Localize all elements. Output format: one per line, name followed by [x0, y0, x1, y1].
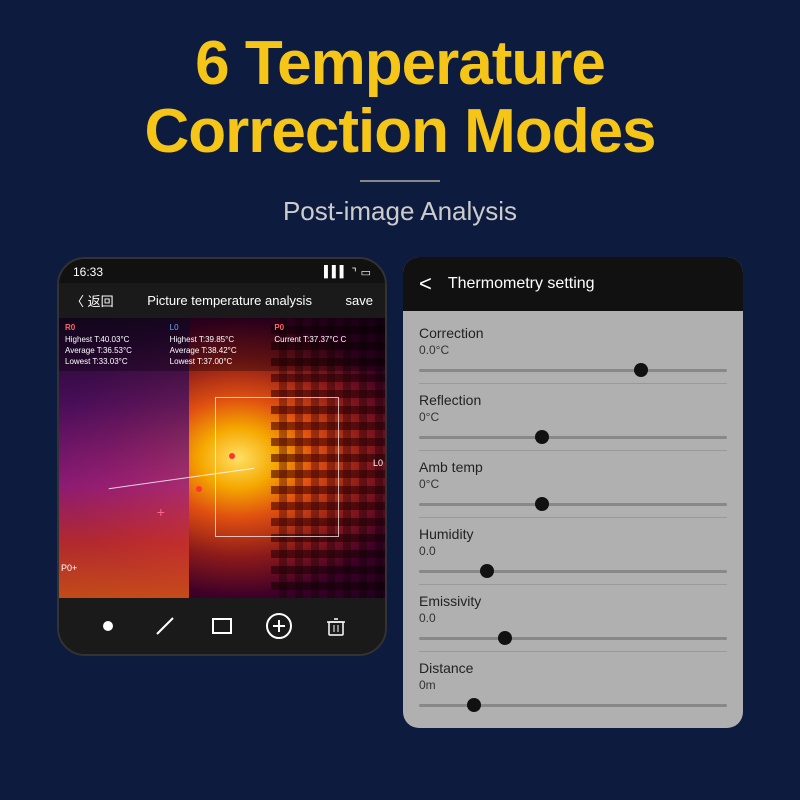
slider-thumb-reflection[interactable]: [535, 430, 549, 444]
slider-track-distance: [419, 704, 727, 707]
setting-label-correction: Correction: [419, 325, 727, 341]
slider-thumb-emissivity[interactable]: [498, 631, 512, 645]
slider-distance[interactable]: [419, 696, 727, 714]
slider-track-humidity: [419, 570, 727, 573]
setting-value-correction: 0.0°C: [419, 343, 727, 357]
r0-highest: Highest T:40.03°C: [65, 334, 170, 345]
setting-item-correction: Correction 0.0°C: [419, 325, 727, 384]
nav-title: Picture temperature analysis: [122, 293, 338, 308]
header-section: 6 Temperature Correction Modes Post-imag…: [124, 0, 675, 257]
slider-amb_temp[interactable]: [419, 495, 727, 513]
slider-thumb-distance[interactable]: [467, 698, 481, 712]
phones-container: 16:33 ▌▌▌ ⌝ ▭ 〈 返回 Picture temperature a…: [0, 257, 800, 728]
settings-list: Correction 0.0°C Reflection 0°C Amb temp 0°C H…: [403, 311, 743, 728]
slider-humidity[interactable]: [419, 562, 727, 580]
panel-right: < Thermometry setting Correction 0.0°C Ref…: [403, 257, 743, 728]
divider: [360, 180, 440, 182]
line-tool-button[interactable]: [147, 608, 183, 644]
setting-label-emissivity: Emissivity: [419, 593, 727, 609]
delete-tool-button[interactable]: [318, 608, 354, 644]
l0-label: L0: [373, 458, 383, 468]
nav-bar: 〈 返回 Picture temperature analysis save: [59, 283, 385, 318]
l0-average: Average T:38.42°C: [170, 345, 275, 356]
r0-tag: R0: [65, 323, 75, 332]
wifi-icon: ⌝: [351, 266, 356, 279]
setting-divider: [419, 651, 727, 652]
setting-label-reflection: Reflection: [419, 392, 727, 408]
slider-track-reflection: [419, 436, 727, 439]
crosshair-plus: +: [157, 504, 165, 520]
subtitle: Post-image Analysis: [144, 196, 655, 227]
panel-header: < Thermometry setting: [403, 257, 743, 311]
phone-left: 16:33 ▌▌▌ ⌝ ▭ 〈 返回 Picture temperature a…: [57, 257, 387, 656]
slider-track-correction: [419, 369, 727, 372]
setting-label-amb_temp: Amb temp: [419, 459, 727, 475]
p0-tag: P0: [274, 323, 284, 332]
thermal-dot-1: [229, 453, 235, 459]
setting-divider: [419, 584, 727, 585]
setting-item-humidity: Humidity 0.0: [419, 526, 727, 585]
dot-tool-button[interactable]: [90, 608, 126, 644]
panel-title: Thermometry setting: [448, 275, 595, 293]
setting-divider: [419, 517, 727, 518]
slider-emissivity[interactable]: [419, 629, 727, 647]
rect-tool-button[interactable]: [204, 608, 240, 644]
p0-label: P0+: [61, 563, 77, 573]
r0-average: Average T:36.53°C: [65, 345, 170, 356]
r0-info: R0 Highest T:40.03°C Average T:36.53°C L…: [65, 322, 170, 367]
l0-tag: L0: [170, 323, 179, 332]
setting-divider: [419, 450, 727, 451]
status-bar: 16:33 ▌▌▌ ⌝ ▭: [59, 259, 385, 283]
title-line1: 6 Temperature: [195, 29, 605, 98]
slider-thumb-correction[interactable]: [634, 363, 648, 377]
slider-reflection[interactable]: [419, 428, 727, 446]
battery-icon: ▭: [361, 266, 371, 279]
setting-divider: [419, 383, 727, 384]
roi-box: [215, 397, 339, 537]
panel-back-button[interactable]: <: [419, 271, 432, 297]
slider-correction[interactable]: [419, 361, 727, 379]
main-title: 6 Temperature Correction Modes: [144, 30, 655, 166]
setting-value-amb_temp: 0°C: [419, 477, 727, 491]
setting-value-emissivity: 0.0: [419, 611, 727, 625]
slider-track-emissivity: [419, 637, 727, 640]
l0-lowest: Lowest T:37.00°C: [170, 356, 275, 367]
setting-value-distance: 0m: [419, 678, 727, 692]
thermal-image: R0 Highest T:40.03°C Average T:36.53°C L…: [59, 318, 385, 598]
thermal-info-bar: R0 Highest T:40.03°C Average T:36.53°C L…: [59, 318, 385, 371]
status-icons: ▌▌▌ ⌝ ▭: [324, 266, 371, 279]
l0-highest: Highest T:39.85°C: [170, 334, 275, 345]
add-tool-button[interactable]: [261, 608, 297, 644]
setting-item-emissivity: Emissivity 0.0: [419, 593, 727, 652]
setting-label-humidity: Humidity: [419, 526, 727, 542]
setting-value-reflection: 0°C: [419, 410, 727, 424]
slider-track-amb_temp: [419, 503, 727, 506]
nav-back-button[interactable]: 〈 返回: [71, 291, 114, 310]
l0-info: L0 Highest T:39.85°C Average T:38.42°C L…: [170, 322, 275, 367]
slider-thumb-amb_temp[interactable]: [535, 497, 549, 511]
bottom-toolbar: [59, 598, 385, 654]
setting-label-distance: Distance: [419, 660, 727, 676]
p0-current: Current T:37.37°C C: [274, 334, 379, 345]
r0-lowest: Lowest T:33.03°C: [65, 356, 170, 367]
setting-value-humidity: 0.0: [419, 544, 727, 558]
setting-item-reflection: Reflection 0°C: [419, 392, 727, 451]
slider-thumb-humidity[interactable]: [480, 564, 494, 578]
p0-info: P0 Current T:37.37°C C: [274, 322, 379, 367]
signal-icon: ▌▌▌: [324, 266, 347, 278]
setting-item-distance: Distance 0m: [419, 660, 727, 714]
title-line2: Correction Modes: [144, 97, 655, 166]
setting-item-amb_temp: Amb temp 0°C: [419, 459, 727, 518]
nav-save-button[interactable]: save: [346, 293, 373, 308]
time: 16:33: [73, 265, 103, 279]
